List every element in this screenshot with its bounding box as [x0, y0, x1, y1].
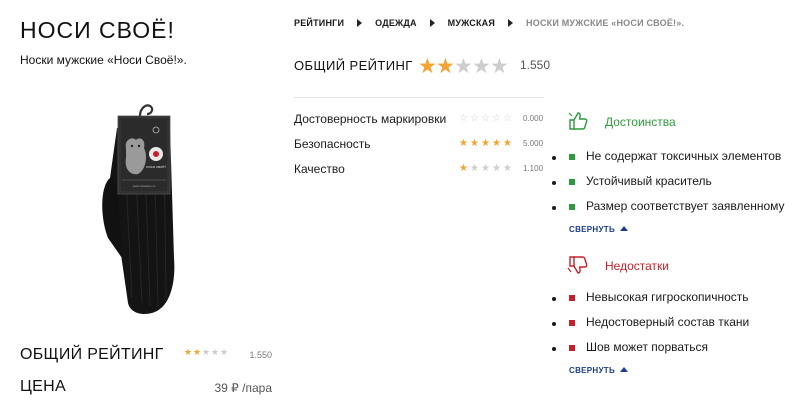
criterion-row: Безопасность ★ ★ ★ ★ ★ 5.000: [294, 137, 544, 162]
cons-header: Недостатки: [567, 254, 797, 276]
bullet-icon: [569, 204, 575, 210]
pros-item-text: Не содержат токсичных элементов: [586, 149, 782, 163]
star-icon: ★: [418, 55, 437, 78]
product-panel: НОСИ СВОЁ! Носки мужские «Носи Своё!». н…: [0, 0, 280, 408]
star-icon: ★: [184, 347, 193, 357]
overall-rating-label: ОБЩИЙ РЕЙТИНГ: [294, 58, 413, 73]
collapse-label: СВЕРНУТЬ: [569, 225, 616, 234]
breadcrumb-item-mens[interactable]: МУЖСКАЯ: [448, 18, 495, 28]
criterion-stars: ★ ★ ★ ★ ★: [459, 164, 514, 174]
chevron-right-icon: [429, 19, 435, 27]
breadcrumb: РЕЙТИНГИ ОДЕЖДА МУЖСКАЯ НОСКИ МУЖСКИЕ «Н…: [294, 18, 684, 28]
criterion-stars: ★ ★ ★ ★ ★: [459, 139, 514, 149]
thumbs-up-icon: [567, 110, 589, 132]
bullet-icon: [569, 345, 575, 351]
star-icon: ★: [503, 163, 512, 174]
star-icon: ★: [220, 347, 229, 357]
product-subtitle: Носки мужские «Носи Своё!».: [20, 53, 187, 67]
pros-item: Размер соответствует заявленному: [567, 199, 797, 224]
star-icon: ★: [503, 138, 512, 149]
summary-price: ЦЕНА 39 ₽ /пара: [20, 378, 272, 400]
star-icon: ☆: [470, 113, 479, 124]
criterion-value: 5.000: [523, 139, 544, 148]
cons-collapse-link[interactable]: СВЕРНУТЬ: [569, 366, 629, 375]
package-label: носи своё!: [146, 164, 165, 169]
cons-list: Невысокая гигроскопичность Недостоверный…: [567, 290, 797, 365]
star-icon: ★: [459, 163, 468, 174]
star-icon: ★: [481, 163, 490, 174]
star-icon: ★: [454, 55, 473, 78]
star-icon: ☆: [503, 113, 512, 124]
divider: [294, 97, 544, 98]
overall-rating: ОБЩИЙ РЕЙТИНГ ★ ★ ★ ★ ★ 1.550: [294, 55, 554, 78]
caret-up-icon: [620, 367, 629, 372]
bullet-icon: [569, 320, 575, 326]
cons-item: Шов может порваться: [567, 340, 797, 365]
pros-item: Устойчивый краситель: [567, 174, 797, 199]
caret-up-icon: [620, 226, 629, 231]
breadcrumb-item-clothing[interactable]: ОДЕЖДА: [375, 18, 417, 28]
criterion-name: Качество: [294, 162, 345, 176]
chevron-right-icon: [357, 19, 363, 27]
cons-item: Недостоверный состав ткани: [567, 315, 797, 340]
overall-rating-value: 1.550: [520, 58, 551, 72]
criterion-stars: ☆ ☆ ☆ ☆ ☆: [459, 114, 514, 124]
summary-rating-label: ОБЩИЙ РЕЙТИНГ: [20, 346, 164, 363]
star-icon: ☆: [492, 113, 501, 124]
cons-item-text: Невысокая гигроскопичность: [586, 290, 749, 304]
bullet-icon: [569, 179, 575, 185]
pros-item-text: Устойчивый краситель: [586, 174, 712, 188]
breadcrumb-item-ratings[interactable]: РЕЙТИНГИ: [294, 18, 344, 28]
star-icon: ★: [459, 138, 468, 149]
summary-rating: ОБЩИЙ РЕЙТИНГ ★ ★ ★ ★ ★ 1.550: [20, 346, 272, 366]
star-icon: ★: [490, 55, 509, 78]
star-icon: ★: [492, 163, 501, 174]
star-icon: ☆: [481, 113, 490, 124]
overall-rating-stars: ★ ★ ★ ★ ★: [418, 55, 509, 78]
product-brand-title: НОСИ СВОЁ!: [20, 17, 175, 43]
star-icon: ★: [202, 347, 211, 357]
breadcrumb-item-current: НОСКИ МУЖСКИЕ «НОСИ СВОЁ!».: [526, 18, 685, 28]
pros-list: Не содержат токсичных элементов Устойчив…: [567, 149, 797, 224]
chevron-right-icon: [508, 19, 514, 27]
cons-item-text: Шов может порваться: [586, 340, 709, 354]
bullet-icon: [569, 154, 575, 160]
pros-collapse-link[interactable]: СВЕРНУТЬ: [569, 225, 629, 234]
star-icon: ★: [436, 55, 455, 78]
cons-item: Невысокая гигроскопичность: [567, 290, 797, 315]
cons-title: Недостатки: [605, 259, 669, 273]
collapse-label: СВЕРНУТЬ: [569, 366, 616, 375]
star-icon: ☆: [459, 113, 468, 124]
star-icon: ★: [211, 347, 220, 357]
star-icon: ★: [470, 138, 479, 149]
package-url: www.nosisvoe.ru: [133, 184, 156, 188]
pros-header: Достоинства: [567, 110, 797, 132]
criterion-name: Безопасность: [294, 137, 371, 151]
summary-rating-stars: ★ ★ ★ ★ ★: [184, 348, 229, 357]
price-value: 39 ₽ /пара: [214, 381, 272, 395]
criterion-row: Качество ★ ★ ★ ★ ★ 1.100: [294, 162, 544, 187]
cons-item-text: Недостоверный состав ткани: [586, 315, 750, 329]
star-icon: ★: [193, 347, 202, 357]
pros-title: Достоинства: [605, 115, 676, 129]
criterion-name: Достоверность маркировки: [294, 112, 447, 126]
criterion-value: 0.000: [523, 114, 544, 123]
criteria-list: Достоверность маркировки ☆ ☆ ☆ ☆ ☆ 0.000 Без…: [294, 112, 544, 187]
thumbs-down-icon: [567, 254, 589, 276]
summary-rating-value: 1.550: [249, 350, 272, 360]
product-image[interactable]: носи своё! www.nosisvoe.ru: [100, 98, 180, 318]
pros-item: Не содержат токсичных элементов: [567, 149, 797, 174]
pros-item-text: Размер соответствует заявленному: [586, 199, 785, 213]
star-icon: ★: [472, 55, 491, 78]
criterion-value: 1.100: [523, 164, 544, 173]
criterion-row: Достоверность маркировки ☆ ☆ ☆ ☆ ☆ 0.000: [294, 112, 544, 137]
star-icon: ★: [470, 163, 479, 174]
bullet-icon: [569, 295, 575, 301]
star-icon: ★: [492, 138, 501, 149]
star-icon: ★: [481, 138, 490, 149]
price-label: ЦЕНА: [20, 378, 66, 395]
